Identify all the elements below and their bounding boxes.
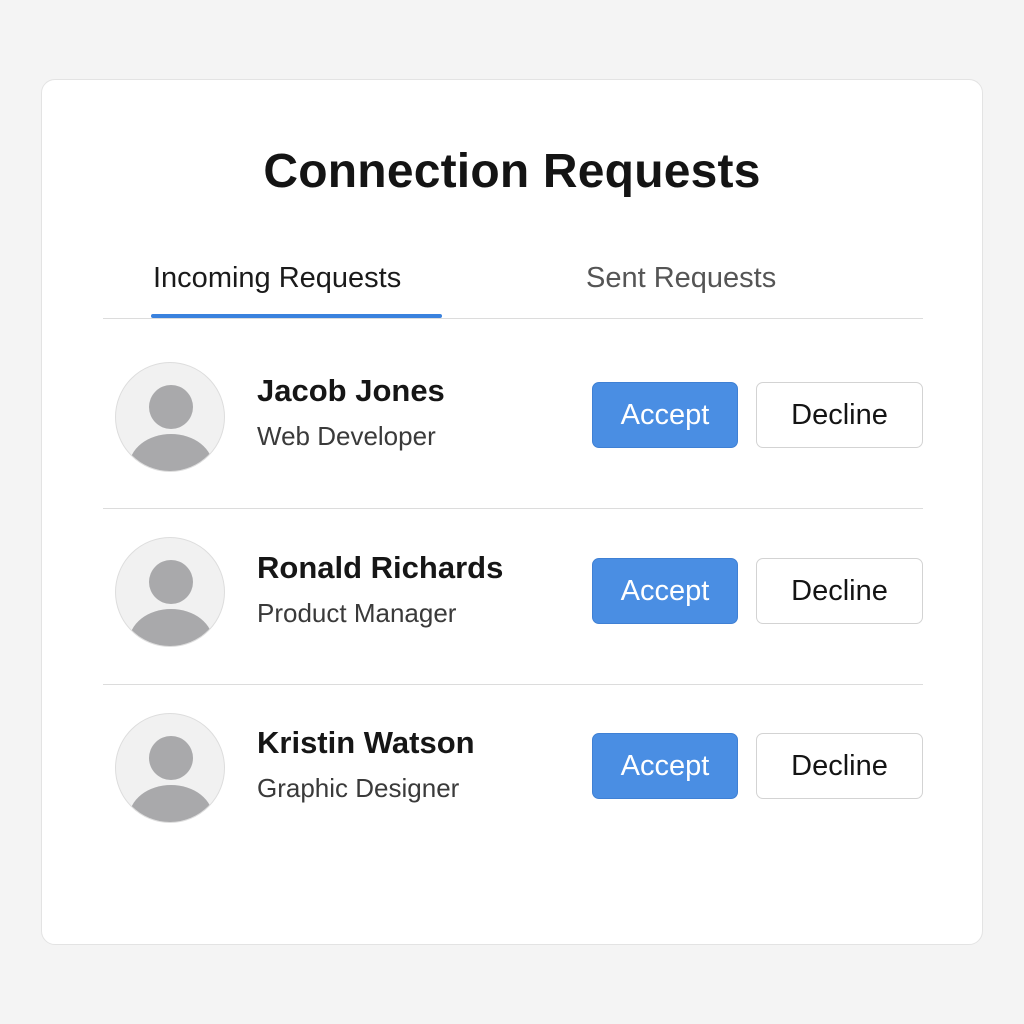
tab-sent-requests[interactable]: Sent Requests bbox=[586, 258, 776, 298]
requester-name: Ronald Richards bbox=[257, 550, 504, 585]
accept-button[interactable]: Accept bbox=[592, 733, 738, 799]
requester-role: Graphic Designer bbox=[257, 773, 460, 803]
active-tab-indicator bbox=[151, 314, 442, 318]
requester-role: Product Manager bbox=[257, 598, 457, 628]
accept-button[interactable]: Accept bbox=[592, 558, 738, 624]
decline-button[interactable]: Decline bbox=[756, 382, 923, 448]
avatar-icon bbox=[115, 537, 225, 647]
requester-name: Jacob Jones bbox=[257, 373, 445, 408]
requester-role: Web Developer bbox=[257, 421, 436, 451]
request-row: Jacob Jones Web Developer Accept Decline bbox=[103, 332, 923, 508]
request-row: Ronald Richards Product Manager Accept D… bbox=[103, 509, 923, 685]
tab-incoming-requests[interactable]: Incoming Requests bbox=[153, 258, 401, 298]
tab-bar: Incoming Requests Sent Requests bbox=[103, 250, 923, 319]
accept-button[interactable]: Accept bbox=[592, 382, 738, 448]
page-title: Connection Requests bbox=[263, 145, 761, 198]
avatar-icon bbox=[115, 362, 225, 472]
avatar-icon bbox=[115, 713, 225, 823]
decline-button[interactable]: Decline bbox=[756, 733, 923, 799]
decline-button[interactable]: Decline bbox=[756, 558, 923, 624]
request-row: Kristin Watson Graphic Designer Accept D… bbox=[103, 685, 923, 861]
connection-requests-card: Connection Requests Incoming Requests Se… bbox=[41, 79, 983, 945]
requester-name: Kristin Watson bbox=[257, 725, 475, 760]
